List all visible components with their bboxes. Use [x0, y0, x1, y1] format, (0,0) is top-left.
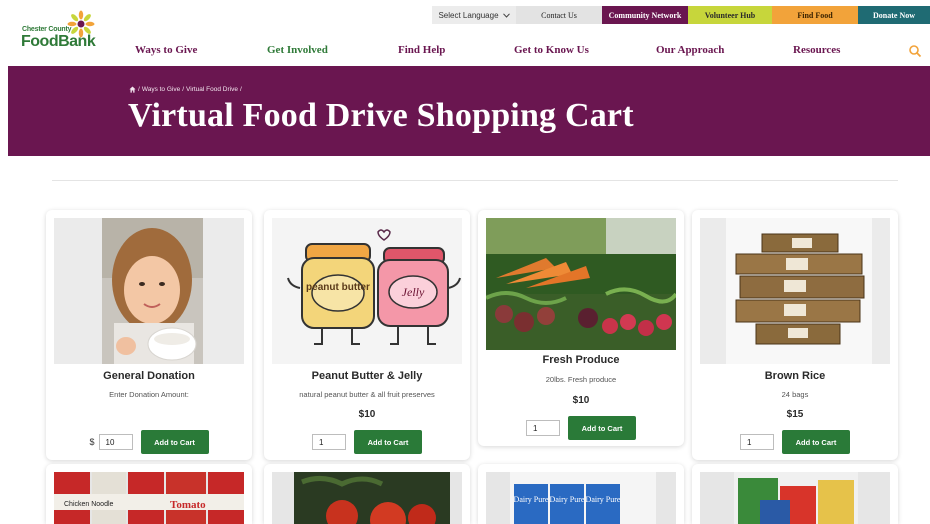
product-image [486, 218, 676, 350]
nav-get-to-know-us[interactable]: Get to Know Us [514, 44, 589, 56]
quantity-input[interactable] [526, 420, 560, 436]
product-card-peanut-butter-jelly: peanut butter Jelly Peanut Butter & Jell… [264, 210, 470, 460]
find-food-link[interactable]: Find Food [772, 6, 858, 24]
section-divider [52, 180, 898, 181]
child-photo [54, 218, 244, 364]
soup-cans-photo: Chicken Noodle Tomato [54, 472, 244, 524]
logo-line1: Chester County [22, 26, 72, 33]
donation-amount-input[interactable] [98, 434, 133, 450]
product-card-brown-rice: Brown Rice 24 bags $15 Add to Cart [692, 210, 898, 460]
nav-ways-to-give[interactable]: Ways to Give [135, 44, 197, 56]
search-icon[interactable] [908, 44, 922, 58]
product-card-soup: Chicken Noodle Tomato [46, 464, 252, 524]
product-image [700, 218, 890, 364]
pb-jelly-illustration: peanut butter Jelly [272, 218, 462, 364]
product-image [54, 218, 244, 364]
breadcrumb-separator: / [239, 86, 242, 93]
chevron-down-icon [502, 12, 510, 18]
product-description: 20lbs. Fresh produce [545, 375, 617, 384]
add-to-cart-row: $ Add to Cart [46, 430, 252, 454]
contact-us-link[interactable]: Contact Us [516, 6, 602, 24]
product-price: $15 [786, 409, 804, 420]
add-to-cart-button[interactable]: Add to Cart [140, 430, 209, 454]
product-title: Peanut Butter & Jelly [311, 370, 423, 382]
product-description: natural peanut butter & all fruit preser… [299, 390, 435, 399]
jar-label-peanut: peanut butter [306, 282, 370, 293]
breadcrumb-separator: / [138, 86, 140, 93]
breadcrumb-ways-to-give[interactable]: Ways to Give [142, 86, 180, 93]
product-image: Chicken Noodle Tomato [54, 472, 244, 524]
produce-photo [486, 218, 676, 350]
carton-label: Dairy Pure [586, 495, 621, 504]
product-description: Enter Donation Amount: [109, 390, 189, 399]
can-label-tomato: Tomato [170, 499, 206, 511]
product-title: General Donation [103, 370, 195, 382]
carton-label: Dairy Pure [550, 495, 585, 504]
breadcrumb-separator: / [182, 86, 185, 93]
product-price: $10 [572, 395, 590, 406]
product-image: Dairy Pure Dairy Pure Dairy Pure [486, 472, 676, 524]
product-card-grocery-bundle [692, 464, 898, 524]
can-label-chicken: Chicken Noodle [64, 501, 114, 508]
currency-symbol: $ [89, 437, 95, 447]
home-icon[interactable] [129, 86, 136, 93]
language-label: Select Language [438, 10, 499, 20]
tomatoes-photo [272, 472, 462, 524]
quantity-input[interactable] [312, 434, 346, 450]
jar-label-jelly: Jelly [402, 285, 425, 299]
product-card-milk: Dairy Pure Dairy Pure Dairy Pure [478, 464, 684, 524]
product-card-general-donation: General Donation Enter Donation Amount: … [46, 210, 252, 460]
add-to-cart-row: Add to Cart [692, 430, 898, 454]
grocery-bundle-photo [700, 472, 890, 524]
product-title: Fresh Produce [542, 354, 620, 366]
rice-bags-photo [700, 218, 890, 364]
product-image [700, 472, 890, 524]
breadcrumb: / Ways to Give / Virtual Food Drive / [129, 86, 242, 93]
product-title: Brown Rice [764, 370, 826, 382]
product-price: $10 [358, 409, 376, 420]
product-card-fresh-produce: Fresh Produce 20lbs. Fresh produce $10 A… [478, 210, 684, 446]
add-to-cart-button[interactable]: Add to Cart [782, 430, 850, 454]
utility-bar: Select Language Contact Us Community Net… [432, 6, 930, 24]
breadcrumb-virtual-food-drive[interactable]: Virtual Food Drive [186, 86, 238, 93]
sunflower-icon [67, 10, 95, 38]
nav-resources[interactable]: Resources [793, 44, 840, 56]
donate-now-button[interactable]: Donate Now [858, 6, 930, 24]
community-network-link[interactable]: Community Network [602, 6, 688, 24]
language-select[interactable]: Select Language [432, 6, 516, 24]
add-to-cart-button[interactable]: Add to Cart [354, 430, 422, 454]
hero-banner: / Ways to Give / Virtual Food Drive / Vi… [8, 66, 930, 156]
page-title: Virtual Food Drive Shopping Cart [128, 97, 634, 134]
add-to-cart-button[interactable]: Add to Cart [568, 416, 636, 440]
product-card-tomatoes [264, 464, 470, 524]
carton-label: Dairy Pure [514, 495, 549, 504]
volunteer-hub-link[interactable]: Volunteer Hub [688, 6, 772, 24]
main-nav: Ways to Give Get Involved Find Help Get … [0, 44, 930, 60]
nav-our-approach[interactable]: Our Approach [656, 44, 724, 56]
quantity-input[interactable] [740, 434, 774, 450]
nav-get-involved[interactable]: Get Involved [267, 44, 328, 56]
milk-cartons-photo: Dairy Pure Dairy Pure Dairy Pure [486, 472, 676, 524]
product-image [272, 472, 462, 524]
add-to-cart-row: Add to Cart [478, 416, 684, 440]
add-to-cart-row: Add to Cart [264, 430, 470, 454]
product-image: peanut butter Jelly [272, 218, 462, 364]
product-description: 24 bags [781, 390, 809, 399]
nav-find-help[interactable]: Find Help [398, 44, 445, 56]
